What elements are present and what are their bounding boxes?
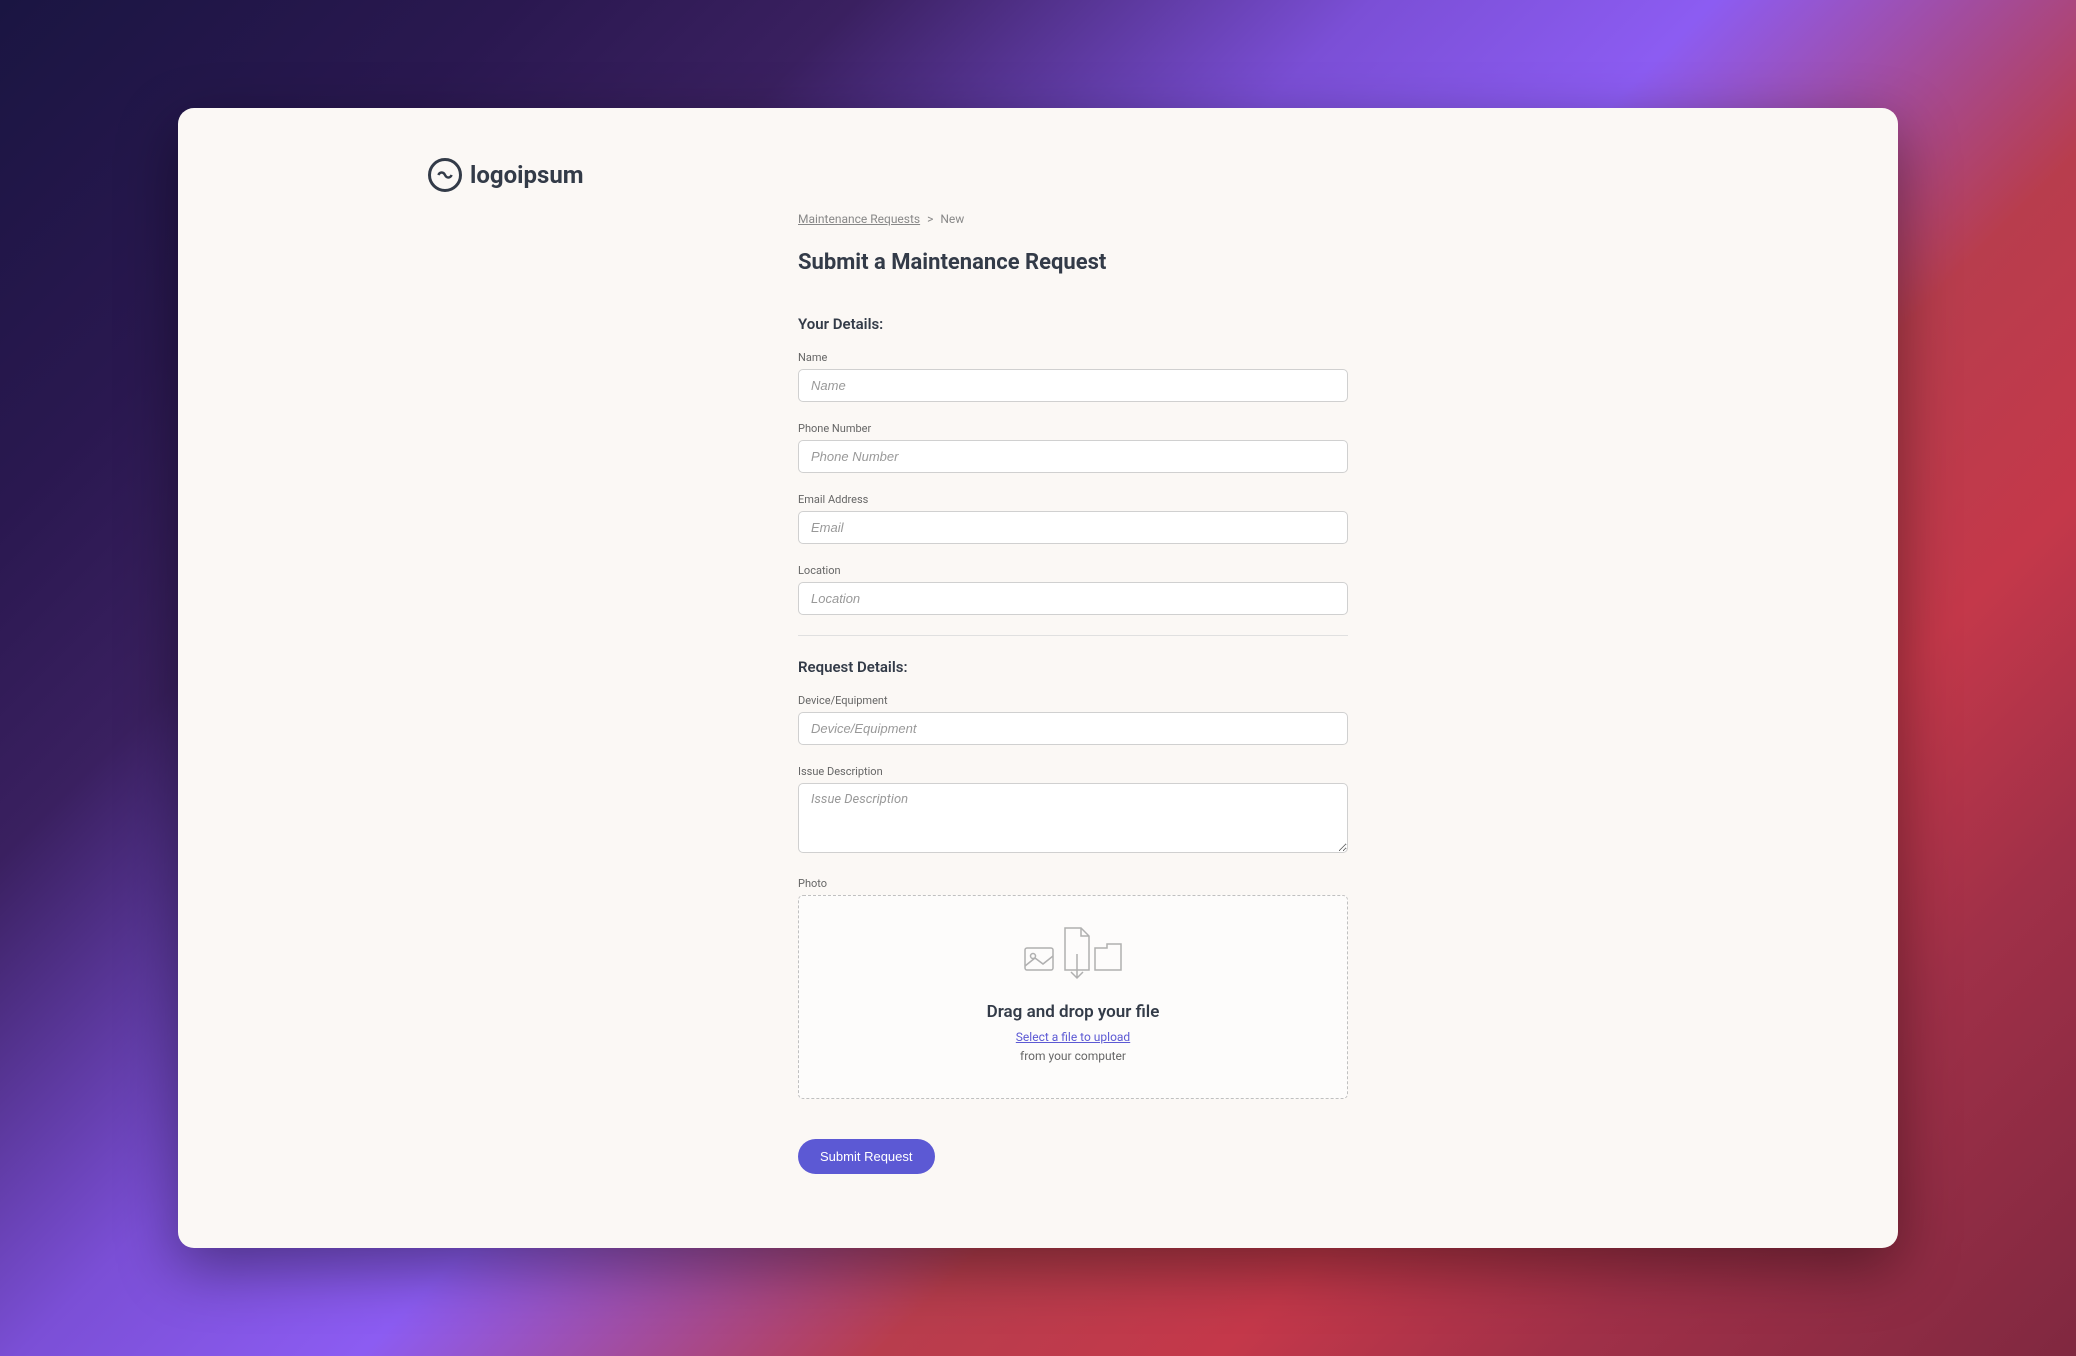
logo: logoipsum [428, 158, 1838, 192]
app-window: logoipsum Maintenance Requests > New Sub… [178, 108, 1898, 1248]
photo-label: Photo [798, 877, 1348, 890]
email-input[interactable] [798, 511, 1348, 544]
breadcrumb: Maintenance Requests > New [798, 212, 1348, 226]
upload-title: Drag and drop your file [819, 1002, 1327, 1022]
breadcrumb-current: New [940, 212, 964, 226]
device-label: Device/Equipment [798, 694, 1348, 707]
phone-label: Phone Number [798, 422, 1348, 435]
upload-icon [819, 926, 1327, 982]
upload-subtext: from your computer [819, 1049, 1327, 1063]
form-group-name: Name [798, 351, 1348, 402]
name-input[interactable] [798, 369, 1348, 402]
content: Maintenance Requests > New Submit a Main… [798, 212, 1348, 1174]
breadcrumb-parent[interactable]: Maintenance Requests [798, 212, 920, 226]
section-request-details-title: Request Details: [798, 658, 1348, 676]
upload-dropzone[interactable]: Drag and drop your file Select a file to… [798, 895, 1348, 1099]
upload-link[interactable]: Select a file to upload [1016, 1030, 1130, 1044]
form-group-email: Email Address [798, 493, 1348, 544]
name-label: Name [798, 351, 1348, 364]
form-group-location: Location [798, 564, 1348, 615]
issue-label: Issue Description [798, 765, 1348, 778]
section-your-details-title: Your Details: [798, 315, 1348, 333]
phone-input[interactable] [798, 440, 1348, 473]
section-divider [798, 635, 1348, 636]
form-group-photo: Photo Drag and drop your file Select a f… [798, 877, 1348, 1099]
breadcrumb-separator: > [927, 212, 933, 226]
issue-textarea[interactable] [798, 783, 1348, 853]
device-input[interactable] [798, 712, 1348, 745]
form-group-issue: Issue Description [798, 765, 1348, 857]
location-label: Location [798, 564, 1348, 577]
submit-button[interactable]: Submit Request [798, 1139, 935, 1174]
email-label: Email Address [798, 493, 1348, 506]
page-title: Submit a Maintenance Request [798, 250, 1348, 275]
logo-text: logoipsum [470, 161, 584, 189]
form-group-phone: Phone Number [798, 422, 1348, 473]
location-input[interactable] [798, 582, 1348, 615]
logo-icon [428, 158, 462, 192]
form-group-device: Device/Equipment [798, 694, 1348, 745]
